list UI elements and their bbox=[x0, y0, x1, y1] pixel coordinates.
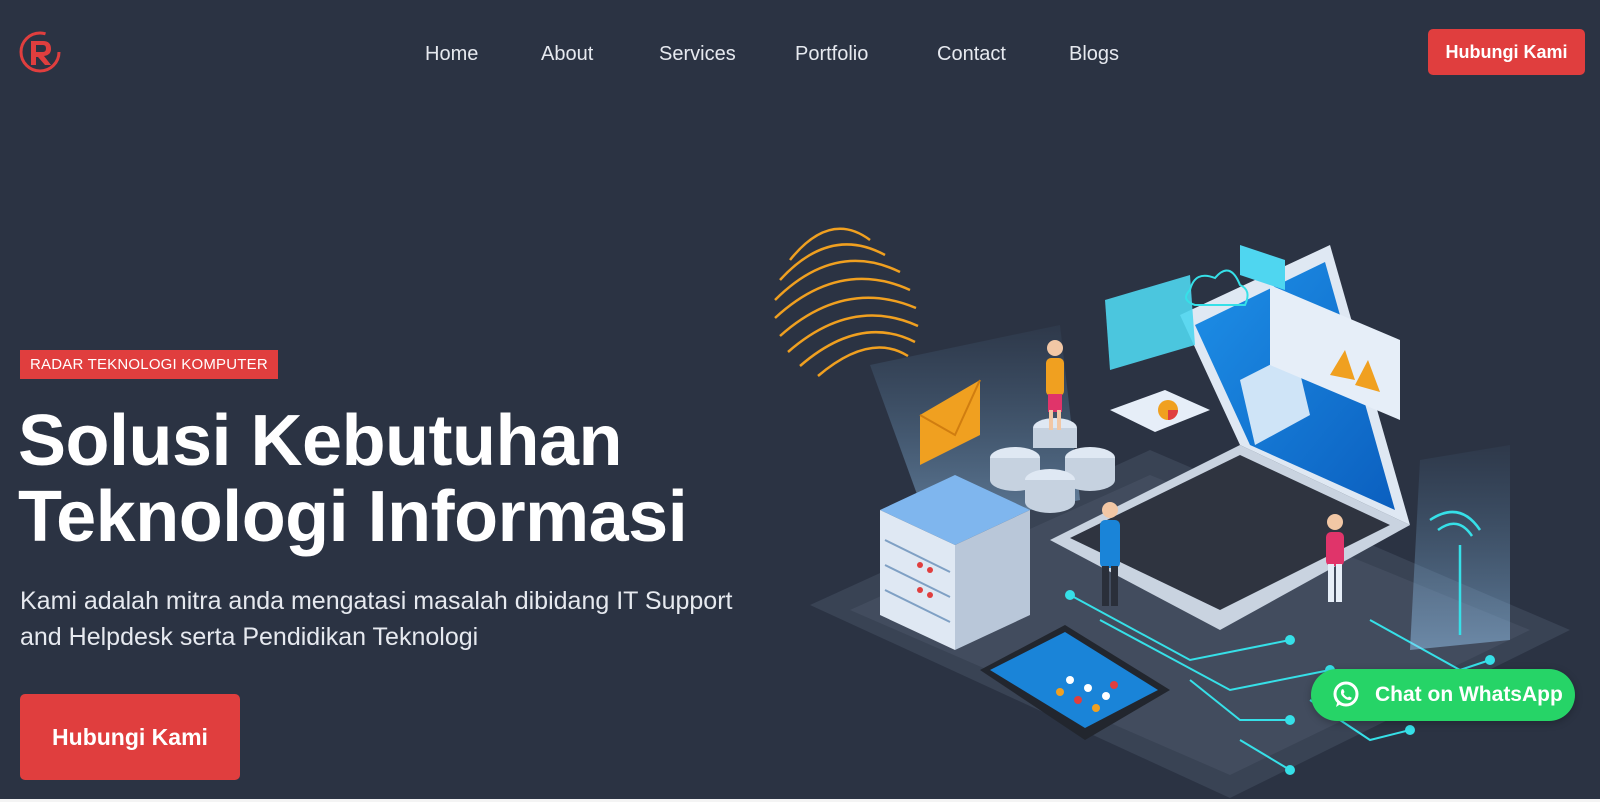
hero-tag-badge: RADAR TEKNOLOGI KOMPUTER bbox=[20, 350, 278, 379]
nav-about[interactable]: About bbox=[541, 40, 593, 68]
hero-title-line1: Solusi Kebutuhan bbox=[18, 401, 623, 481]
nav-portfolio[interactable]: Portfolio bbox=[795, 40, 868, 68]
hero-subtitle-line1: Kami adalah mitra anda mengatasi masalah… bbox=[20, 587, 733, 615]
whatsapp-icon bbox=[1333, 681, 1359, 707]
hero-title-line2: Teknologi Informasi bbox=[18, 477, 688, 557]
header-contact-button[interactable]: Hubungi Kami bbox=[1428, 29, 1585, 75]
whatsapp-chat-label: Chat on WhatsApp bbox=[1375, 683, 1563, 706]
whatsapp-chat-button[interactable]: Chat on WhatsApp bbox=[1311, 669, 1575, 721]
site-header: Home About Services Portfolio Contact Bl… bbox=[0, 0, 1600, 108]
nav-blogs[interactable]: Blogs bbox=[1069, 40, 1119, 68]
hero-subtitle-line2: and Helpdesk serta Pendidikan Teknologi bbox=[20, 623, 479, 651]
decorative-wave-circle bbox=[774, 227, 919, 377]
nav-services[interactable]: Services bbox=[659, 40, 736, 68]
nav-contact[interactable]: Contact bbox=[937, 40, 1006, 68]
hero-title: Solusi Kebutuhan Teknologi Informasi bbox=[18, 403, 758, 555]
hero-subtitle: Kami adalah mitra anda mengatasi masalah… bbox=[20, 583, 780, 655]
floating-card-cyan bbox=[1105, 275, 1195, 370]
nav-home[interactable]: Home bbox=[425, 40, 478, 68]
server-rack bbox=[880, 475, 1030, 650]
main-nav: Home About Services Portfolio Contact Bl… bbox=[0, 40, 1600, 70]
hero-contact-button[interactable]: Hubungi Kami bbox=[20, 694, 240, 780]
